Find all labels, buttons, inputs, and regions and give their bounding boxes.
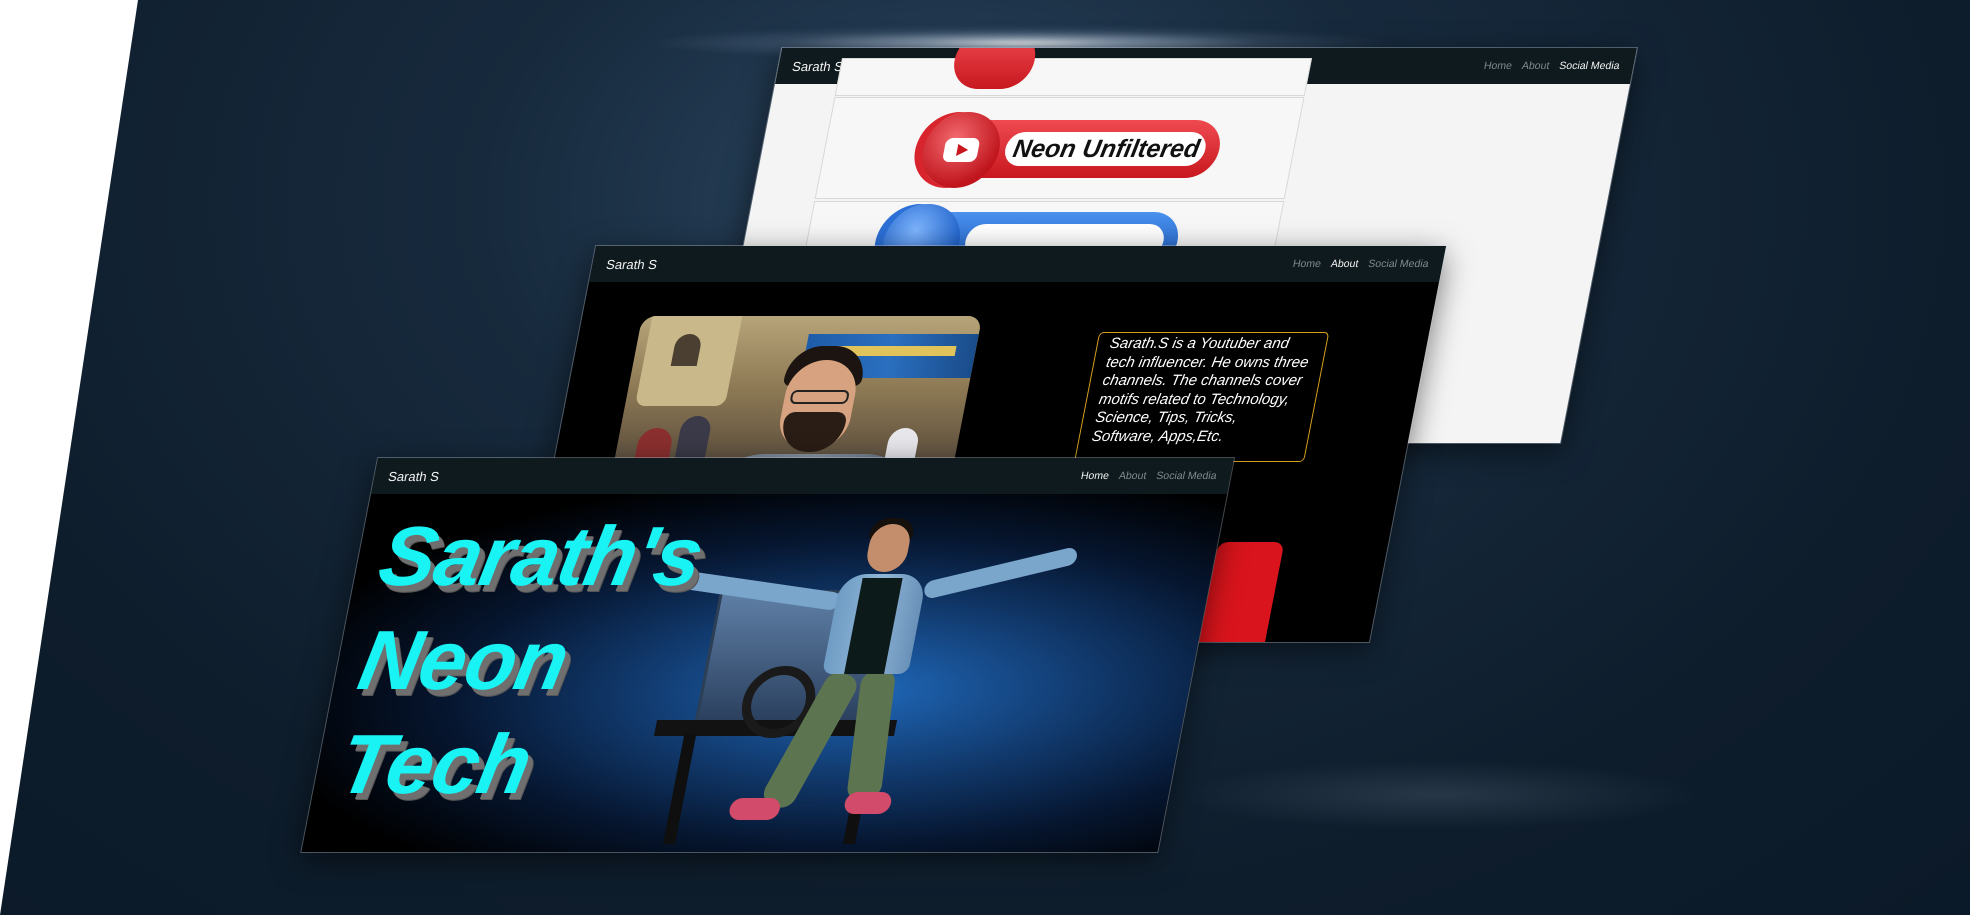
hero-banner: Sarath's Neon Tech [301,494,1228,852]
navbar: Sarath S Home About Social Media [371,458,1234,494]
nav-home[interactable]: Home [1483,60,1513,72]
nav-about[interactable]: About [1118,470,1148,482]
nav-links: Home About Social Media [1292,258,1430,270]
social-card: Neon Unfiltered [814,97,1305,199]
channel-name: Neon Unfiltered [1002,132,1209,166]
home-screen: Sarath S Home About Social Media Sarath'… [301,458,1234,852]
nav-about[interactable]: About [1330,258,1360,270]
light-streak [1180,760,1700,830]
hero-title-line: Sarath's [371,509,711,603]
nav-social-media[interactable]: Social Media [1367,258,1429,270]
hero-title: Sarath's Neon Tech [330,504,751,816]
brand-link[interactable]: Sarath S [791,59,845,74]
social-card-partial [834,48,1313,96]
nav-social-media[interactable]: Social Media [1558,60,1620,72]
youtube-channel-badge[interactable]: Neon Unfiltered [911,112,1226,188]
channel-badge-partial[interactable] [949,48,1041,89]
nav-about[interactable]: About [1521,60,1551,72]
navbar: Sarath S Home About Social Media [589,246,1446,282]
bio-text: Sarath.S is a Youtuber and tech influenc… [1074,332,1330,462]
hero-title-line: Neon [351,613,576,707]
nav-home[interactable]: Home [1292,258,1322,270]
nav-links: Home About Social Media [1483,60,1621,72]
hero-title-line: Tech [331,717,539,811]
brand-link[interactable]: Sarath S [387,469,441,484]
nav-links: Home About Social Media [1080,470,1218,482]
nav-social-media[interactable]: Social Media [1155,470,1217,482]
brand-link[interactable]: Sarath S [605,257,659,272]
youtube-logo-icon [915,112,1007,188]
nav-home[interactable]: Home [1080,470,1110,482]
